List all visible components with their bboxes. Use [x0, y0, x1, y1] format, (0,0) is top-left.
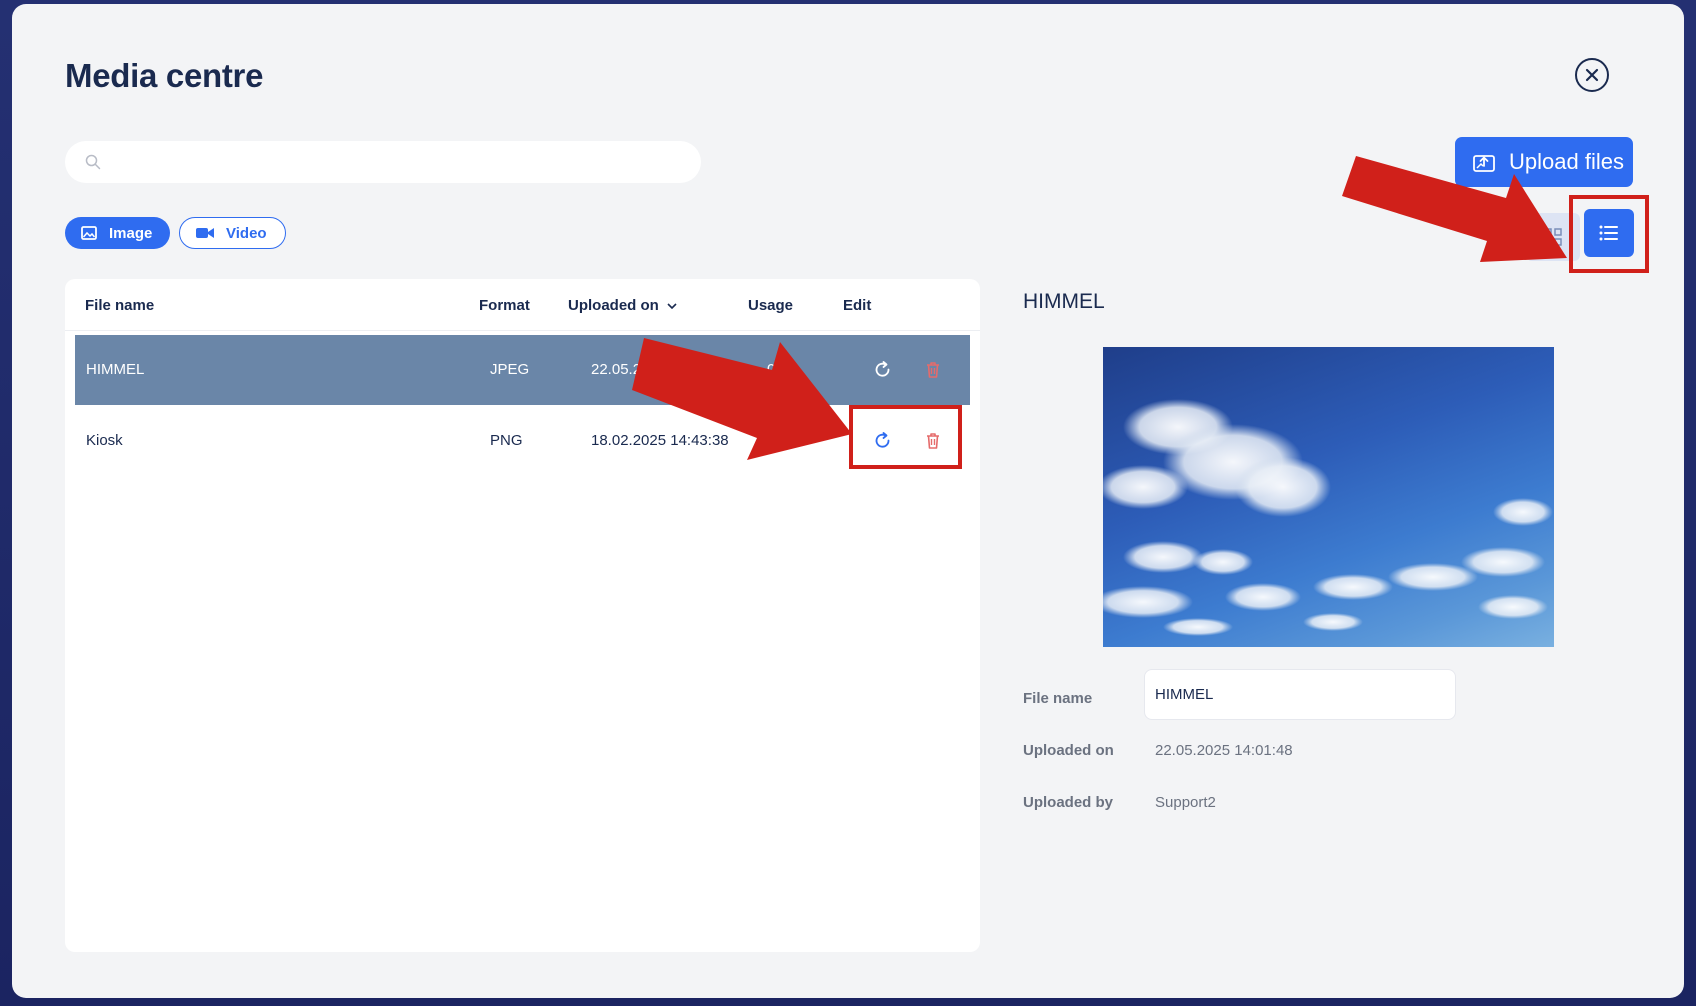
search-bar[interactable] — [65, 141, 701, 183]
page-title: Media centre — [65, 57, 264, 94]
column-header-usage[interactable]: Usage — [748, 297, 793, 314]
chevron-down-icon — [667, 302, 677, 309]
file-name-input[interactable] — [1155, 686, 1455, 703]
media-centre-modal: Media centre Upload files Image Video Fi… — [12, 4, 1684, 998]
trash-icon — [927, 362, 939, 378]
uploaded-by-label: Uploaded by — [1023, 794, 1114, 811]
uploaded-on-label: Uploaded on — [1023, 742, 1114, 759]
uploaded-on-value: 22.05.2025 14:01:48 — [1155, 742, 1293, 759]
filter-image-chip[interactable]: Image — [65, 217, 170, 249]
video-icon — [196, 228, 214, 238]
detail-title: HIMMEL — [1023, 290, 1105, 313]
filter-image-label: Image — [109, 224, 153, 242]
annotation-box-row-actions — [849, 405, 962, 469]
image-preview — [1103, 347, 1554, 647]
delete-button[interactable] — [920, 357, 946, 383]
annotation-arrow-upload — [1342, 156, 1567, 262]
column-header-edit: Edit — [843, 297, 872, 314]
table-header: File name Format Uploaded on Usage Edit — [65, 279, 980, 331]
file-name-field[interactable] — [1144, 669, 1456, 720]
filter-video-label: Video — [226, 224, 267, 242]
close-icon — [1585, 68, 1599, 82]
sky-preview-image — [1103, 399, 1553, 636]
search-input[interactable] — [111, 141, 701, 183]
format-cell: PNG — [490, 432, 523, 449]
column-header-file-name[interactable]: File name — [85, 297, 154, 314]
annotation-arrow-row — [632, 338, 852, 460]
file-name-label: File name — [1023, 690, 1093, 707]
close-button[interactable] — [1575, 58, 1609, 92]
replace-button[interactable] — [870, 357, 896, 383]
uploaded-by-value: Support2 — [1155, 794, 1216, 811]
column-header-uploaded-on-label: Uploaded on — [568, 297, 659, 314]
filter-video-chip[interactable]: Video — [179, 217, 286, 249]
search-icon — [85, 154, 101, 170]
replace-icon — [875, 361, 890, 377]
file-name-cell: Kiosk — [86, 432, 123, 449]
file-name-cell: HIMMEL — [86, 361, 145, 378]
format-cell: JPEG — [490, 361, 530, 378]
column-header-format[interactable]: Format — [479, 297, 530, 314]
column-header-uploaded-on[interactable]: Uploaded on — [568, 297, 677, 314]
image-icon — [81, 226, 97, 240]
